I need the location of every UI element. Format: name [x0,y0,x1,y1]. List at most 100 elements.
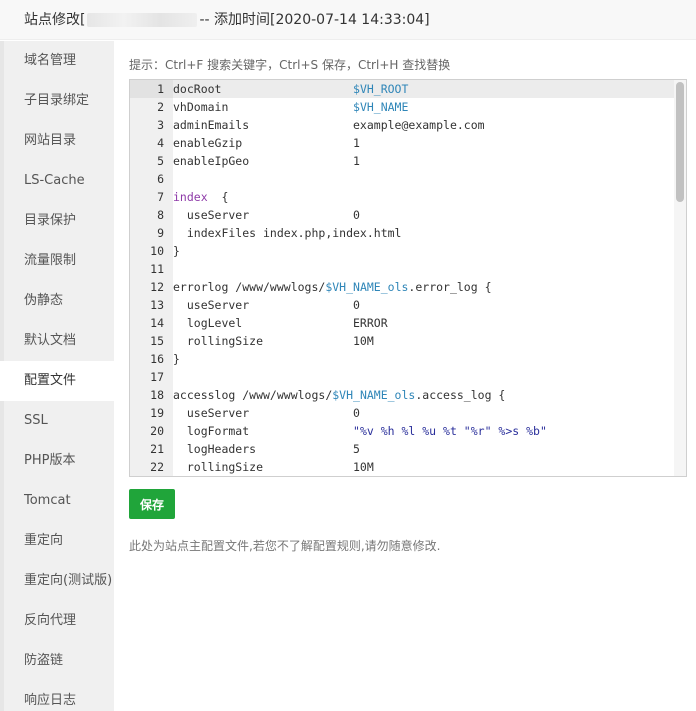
line-number: 14 [130,314,173,332]
code-line[interactable]: 19 useServer 0 [130,404,674,422]
code-token: vhDomain [173,100,354,114]
sidebar-item[interactable]: 重定向 [0,521,114,561]
sidebar-item[interactable]: 防盗链 [0,641,114,681]
code-text: accesslog /www/wwwlogs/$VH_NAME_ols.acce… [173,388,505,402]
code-line[interactable]: 22 rollingSize 10M [130,458,674,476]
code-line[interactable]: 2 vhDomain $VH_NAME [130,98,674,116]
code-token: .access_log { [415,388,506,402]
line-number: 18 [130,386,173,404]
code-token: enableGzip 1 [173,136,360,150]
code-token: } [173,352,180,366]
line-number: 10 [130,242,173,260]
code-text: indexFiles index.php,index.html [173,226,402,240]
save-button[interactable]: 保存 [129,489,175,519]
config-warning-note: 此处为站点主配置文件,若您不了解配置规则,请勿随意修改. [129,539,441,553]
line-number: 8 [130,206,173,224]
code-line[interactable]: 4 enableGzip 1 [130,134,674,152]
code-text: adminEmails example@example.com [173,118,485,132]
code-token: logLevel ERROR [173,316,388,330]
code-text: index { [173,190,228,204]
sidebar-item[interactable]: SSL [0,401,114,441]
sidebar-item[interactable]: 配置文件 [0,361,114,401]
code-token: indexFiles index.php,index.html [173,226,402,240]
code-text: enableIpGeo 1 [173,154,360,168]
code-text: rollingSize 10M [173,334,374,348]
line-number: 11 [130,260,173,278]
sidebar-item[interactable]: PHP版本 [0,441,114,481]
code-line[interactable]: 16} [130,350,674,368]
code-text: logHeaders 5 [173,442,360,456]
sidebar-item[interactable]: Tomcat [0,481,114,521]
code-line[interactable]: 14 logLevel ERROR [130,314,674,332]
line-number: 21 [130,440,173,458]
code-token: $VH_NAME_ols [332,388,416,402]
line-number: 19 [130,404,173,422]
code-line[interactable]: 18 accesslog /www/wwwlogs/$VH_NAME_ols.ac… [130,386,674,404]
redacted-domain [87,13,198,27]
code-text: useServer 0 [173,298,360,312]
sidebar: 域名管理 子目录绑定 网站目录 LS-Cache 目录保护 流量限制 伪静态 默认文档 配置文件… [0,41,114,711]
code-token: enableIpGeo 1 [173,154,360,168]
code-text: useServer 0 [173,208,360,222]
sidebar-item[interactable]: 响应日志 [0,681,114,711]
code-line[interactable]: 21 logHeaders 5 [130,440,674,458]
code-line[interactable]: 12 errorlog /www/wwwlogs/$VH_NAME_ols.err… [130,278,674,296]
config-panel: 提示：Ctrl+F 搜索关键字，Ctrl+S 保存，Ctrl+H 查找替换 1d… [129,41,689,553]
line-number: 4 [130,134,173,152]
code-token: rollingSize 10M [173,460,374,474]
code-editor[interactable]: 1 docRoot $VH_ROOT 2 vhDomain $VH_NAME 3 admi… [129,79,687,477]
shortcut-tip: 提示：Ctrl+F 搜索关键字，Ctrl+S 保存，Ctrl+H 查找替换 [129,58,451,72]
code-line[interactable]: 11 [130,260,674,278]
code-text: errorlog /www/wwwlogs/$VH_NAME_ols.error… [173,280,492,294]
editor-scrollbar[interactable] [674,80,686,476]
code-text: logLevel ERROR [173,316,388,330]
editor-scroll-thumb[interactable] [676,82,684,202]
line-number: 7 [130,188,173,206]
code-token: logHeaders 5 [173,442,360,456]
code-line[interactable]: 9 indexFiles index.php,index.html [130,224,674,242]
code-line[interactable]: 8 useServer 0 [130,206,674,224]
sidebar-item[interactable]: 域名管理 [0,41,114,81]
code-text: enableGzip 1 [173,136,360,150]
dialog-title-prefix: 站点修改[ [24,12,86,28]
code-token: adminEmails example@example.com [173,118,485,132]
sidebar-item[interactable]: 默认文档 [0,321,114,361]
code-token: useServer 0 [173,406,360,420]
sidebar-item[interactable]: 反向代理 [0,601,114,641]
line-number: 9 [130,224,173,242]
sidebar-item[interactable]: 目录保护 [0,201,114,241]
code-lines[interactable]: 1 docRoot $VH_ROOT 2 vhDomain $VH_NAME 3 admi… [130,80,674,476]
code-line[interactable]: 10} [130,242,674,260]
code-line[interactable]: 20 logFormat "%v %h %l %u %t "%r" %>s %b… [130,422,674,440]
code-token: logFormat [173,424,354,438]
code-line[interactable]: 7 index { [130,188,674,206]
code-text: } [173,352,180,366]
code-line[interactable]: 6 [130,170,674,188]
sidebar-item[interactable]: LS-Cache [0,161,114,201]
code-text: vhDomain $VH_NAME [173,100,408,114]
sidebar-item[interactable]: 子目录绑定 [0,81,114,121]
code-text: useServer 0 [173,406,360,420]
code-line[interactable]: 5 enableIpGeo 1 [130,152,674,170]
code-line[interactable]: 1 docRoot $VH_ROOT [130,80,674,98]
code-token: index [173,190,208,204]
line-number: 1 [130,80,173,98]
code-token: accesslog /www/wwwlogs/ [173,388,333,402]
code-line[interactable]: 3 adminEmails example@example.com [130,116,674,134]
line-number: 2 [130,98,173,116]
code-line[interactable]: 15 rollingSize 10M [130,332,674,350]
line-number: 3 [130,116,173,134]
code-text: logFormat "%v %h %l %u %t "%r" %>s %b" [173,424,547,438]
sidebar-list: 域名管理 子目录绑定 网站目录 LS-Cache 目录保护 流量限制 伪静态 默认文档 配置文件… [0,41,114,711]
code-token: $VH_ROOT [353,82,409,96]
sidebar-item[interactable]: 重定向(测试版) [0,561,114,601]
line-number: 13 [130,296,173,314]
sidebar-item[interactable]: 流量限制 [0,241,114,281]
code-line[interactable]: 17 [130,368,674,386]
code-line[interactable]: 13 useServer 0 [130,296,674,314]
sidebar-item[interactable]: 伪静态 [0,281,114,321]
code-token: errorlog /www/wwwlogs/ [173,280,326,294]
sidebar-item[interactable]: 网站目录 [0,121,114,161]
line-number: 22 [130,458,173,476]
code-text: rollingSize 10M [173,460,374,474]
